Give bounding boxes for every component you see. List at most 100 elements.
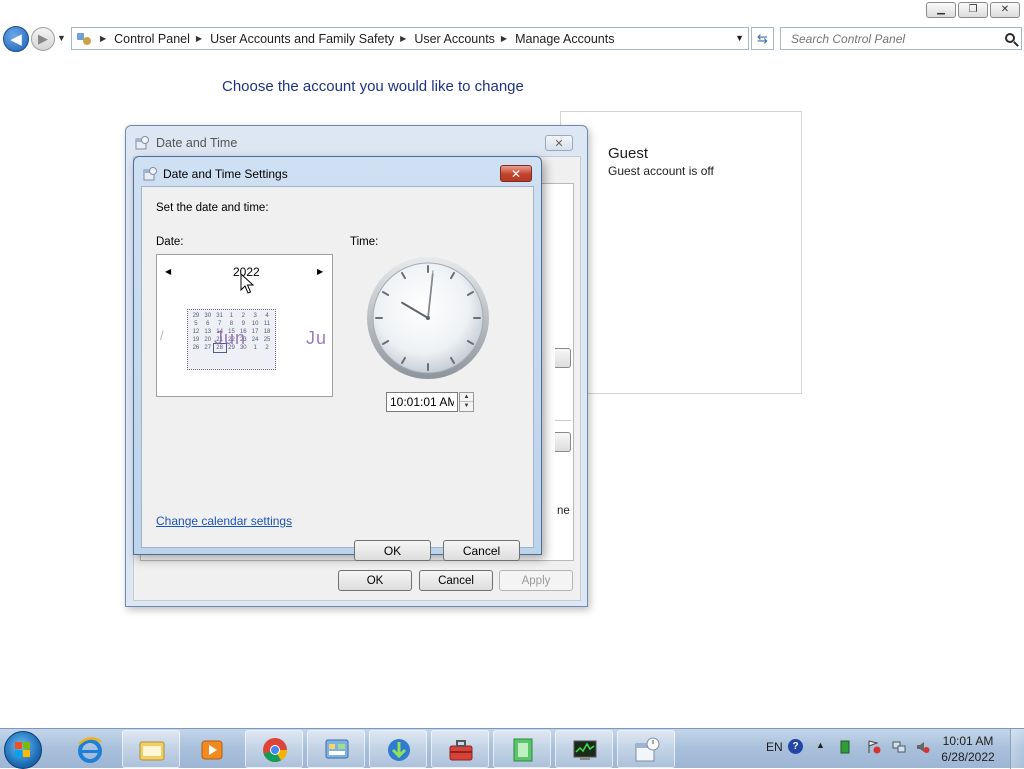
spin-down-icon[interactable]: ▼ (460, 402, 473, 411)
calendar-day[interactable]: 7 (214, 320, 226, 328)
close-button[interactable]: ✕ (990, 2, 1020, 18)
address-bar[interactable]: ▶ Control Panel ▶ User Accounts and Fami… (71, 27, 749, 50)
calendar-day[interactable]: 10 (249, 320, 261, 328)
show-hidden-icons-icon[interactable]: ▲ (816, 740, 825, 750)
taskbar-media-player[interactable] (182, 730, 240, 768)
calendar-day[interactable]: 27 (202, 344, 214, 352)
taskbar-toolbox-app[interactable] (431, 730, 489, 768)
calendar-day[interactable]: 13 (202, 328, 214, 336)
search-box[interactable] (780, 27, 1022, 50)
taskbar-control-panel[interactable] (307, 730, 365, 768)
green-app-icon (513, 738, 533, 762)
recent-pages-dropdown[interactable]: ▼ (57, 33, 66, 43)
search-icon[interactable] (1005, 33, 1015, 43)
change-calendar-settings-link[interactable]: Change calendar settings (156, 514, 292, 528)
internet-explorer-icon (78, 737, 102, 763)
calendar-clock-icon (635, 737, 660, 762)
change-date-time-button[interactable] (555, 348, 571, 368)
next-month-fragment: Ju (306, 328, 328, 348)
network-icon[interactable] (892, 740, 906, 754)
accounts-panel (560, 111, 802, 394)
search-input[interactable] (789, 30, 989, 47)
calendar-day[interactable]: 5 (190, 320, 202, 328)
taskbar-green-app[interactable] (493, 730, 551, 768)
breadcrumb-separator-icon[interactable]: ▶ (100, 34, 106, 43)
task-manager-icon (573, 740, 597, 760)
download-manager-icon (388, 739, 410, 761)
calendar-day[interactable]: 3 (249, 312, 261, 320)
volume-muted-icon[interactable] (916, 740, 930, 754)
calendar-day[interactable]: 17 (249, 328, 261, 336)
refresh-button[interactable]: ⇆ (751, 27, 774, 50)
calendar-day[interactable]: 1 (226, 312, 238, 320)
forward-button[interactable]: ▶ (31, 27, 55, 51)
close-button[interactable]: ✕ (500, 165, 532, 182)
calendar-day[interactable]: 4 (261, 312, 273, 320)
breadcrumb-user-accounts[interactable]: User Accounts (414, 32, 495, 46)
back-button[interactable]: ◀ (3, 26, 29, 52)
previous-arrow-icon[interactable]: ◀ (165, 267, 171, 276)
calendar-week-row: 29 30 31 1 2 3 4 (190, 312, 273, 320)
calendar-day[interactable]: 18 (261, 328, 273, 336)
calendar-day[interactable]: 29 (190, 312, 202, 320)
taskbar-windows-explorer[interactable] (122, 730, 180, 768)
ok-button[interactable]: OK (338, 570, 412, 591)
calendar-control[interactable]: ◀ 2022 ▶ / 29 30 31 1 2 3 4 5 6 7 8 9 10 11 12 13 14 15 16… (156, 254, 333, 397)
calendar-day[interactable]: 8 (226, 320, 238, 328)
taskbar-clock-time[interactable]: 10:01 AM (938, 734, 998, 748)
time-input[interactable] (386, 392, 458, 412)
spin-up-icon[interactable]: ▲ (460, 393, 473, 402)
calendar-day[interactable]: 9 (237, 320, 249, 328)
dialog-title: Date and Time (156, 136, 238, 150)
ok-button[interactable]: OK (354, 540, 431, 561)
partial-text: ne (557, 505, 570, 517)
taskbar-date-and-time[interactable] (617, 730, 675, 768)
calendar-day[interactable]: 11 (261, 320, 273, 328)
taskbar-download-manager[interactable] (369, 730, 427, 768)
taskbar-clock-date[interactable]: 6/28/2022 (938, 750, 998, 764)
calendar-day[interactable]: 1 (249, 344, 261, 352)
action-center-icon[interactable] (867, 740, 881, 754)
instruction-label: Set the date and time: (156, 202, 269, 214)
calendar-day[interactable]: 19 (190, 336, 202, 344)
apply-button[interactable]: Apply (499, 570, 573, 591)
separator (555, 420, 571, 421)
guest-account-name[interactable]: Guest (608, 145, 648, 162)
cancel-button[interactable]: Cancel (443, 540, 520, 561)
taskbar-task-manager[interactable] (555, 730, 613, 768)
breadcrumb-separator-icon[interactable]: ▶ (501, 34, 507, 43)
maximize-button[interactable]: ❐ (958, 2, 988, 18)
calendar-day[interactable]: 30 (202, 312, 214, 320)
start-button[interactable] (4, 731, 42, 769)
help-icon[interactable]: ? (788, 739, 803, 754)
calendar-day[interactable]: 2 (261, 344, 273, 352)
calendar-day[interactable]: 6 (202, 320, 214, 328)
calendar-day[interactable]: 25 (261, 336, 273, 344)
time-spinner[interactable]: ▲ ▼ (459, 392, 474, 412)
language-indicator[interactable]: EN (766, 740, 783, 754)
address-dropdown-icon[interactable]: ▼ (735, 33, 744, 43)
page-heading: Choose the account you would like to cha… (222, 78, 524, 95)
navigation-bar: ◀ ▶ ▼ ▶ Control Panel ▶ User Accounts an… (0, 25, 1024, 53)
taskbar-google-chrome[interactable] (245, 730, 303, 768)
taskbar-internet-explorer[interactable] (60, 730, 118, 768)
battery-icon[interactable] (838, 740, 852, 754)
close-button[interactable]: ✕ (545, 135, 573, 151)
change-time-zone-button[interactable] (555, 432, 571, 452)
calendar-day[interactable]: 31 (214, 312, 226, 320)
breadcrumb-separator-icon[interactable]: ▶ (196, 34, 202, 43)
calendar-day[interactable]: 2 (237, 312, 249, 320)
breadcrumb-control-panel[interactable]: Control Panel (114, 32, 190, 46)
minimize-button[interactable]: ▁ (926, 2, 956, 18)
breadcrumb-separator-icon[interactable]: ▶ (400, 34, 406, 43)
breadcrumb-manage-accounts[interactable]: Manage Accounts (515, 32, 614, 46)
cancel-button[interactable]: Cancel (419, 570, 493, 591)
breadcrumb-user-accounts-family-safety[interactable]: User Accounts and Family Safety (210, 32, 394, 46)
calendar-day[interactable]: 20 (202, 336, 214, 344)
calendar-day[interactable]: 24 (249, 336, 261, 344)
show-desktop-button[interactable] (1010, 729, 1024, 769)
calendar-day[interactable]: 12 (190, 328, 202, 336)
calendar-day[interactable]: 26 (190, 344, 202, 352)
next-arrow-icon[interactable]: ▶ (317, 267, 323, 276)
toolbox-icon (449, 740, 473, 761)
